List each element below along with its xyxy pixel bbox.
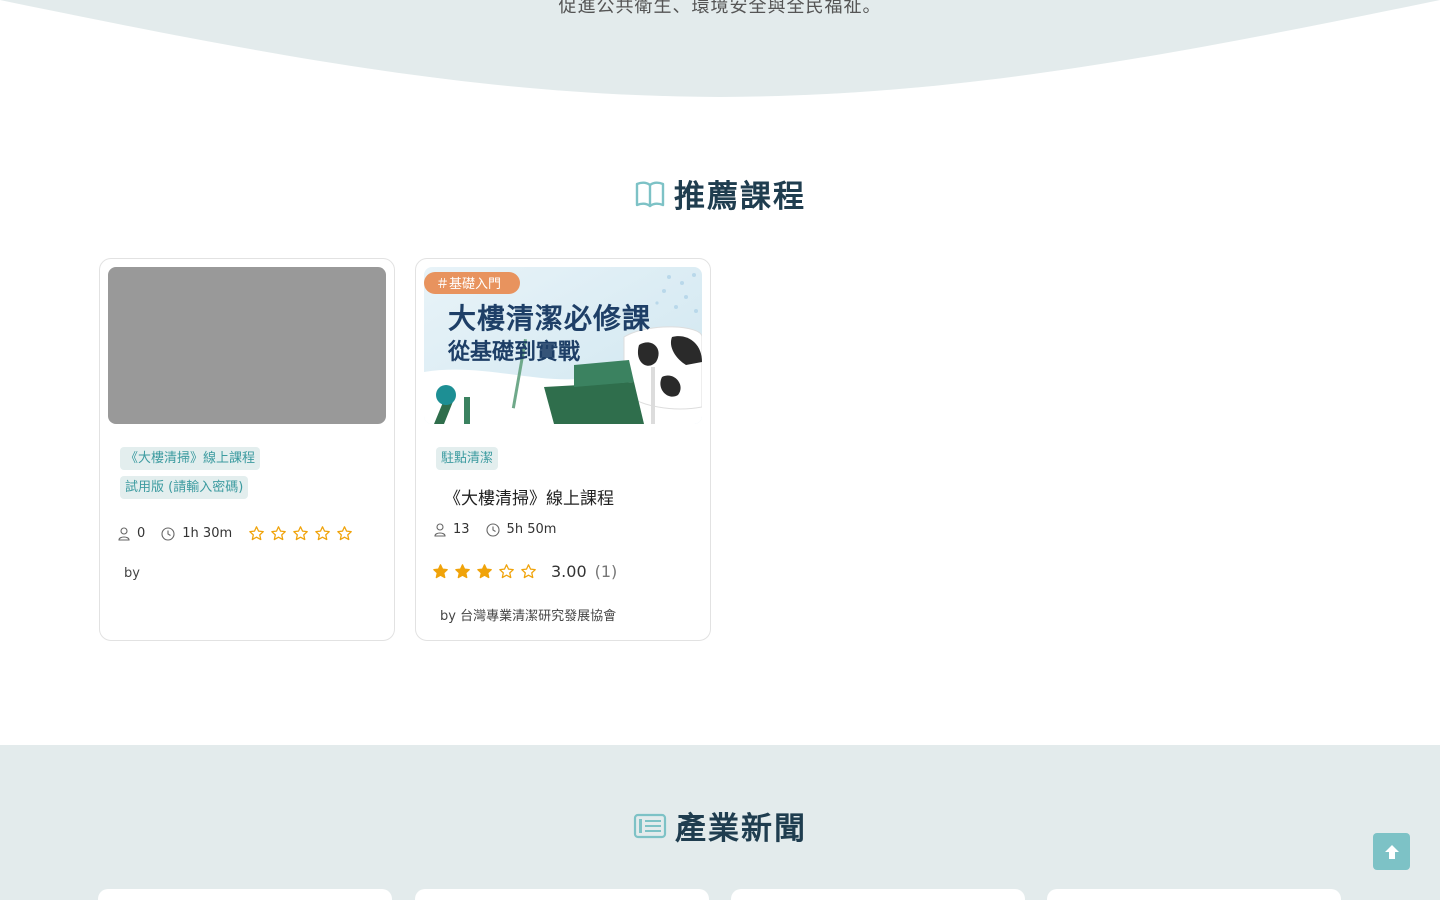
course-duration: 5h 50m xyxy=(506,522,557,537)
course-tag[interactable]: 《大樓清掃》線上課程 xyxy=(120,447,261,470)
course-author: by 台灣專業清潔研究發展協會 xyxy=(440,609,617,624)
course-card[interactable]: ＃基礎入門 大樓清潔必修課 從基礎到實戰 駐點清潔 《大樓清掃》線上課程 13 … xyxy=(415,258,711,641)
thumbnail-illustration: ＃基礎入門 大樓清潔必修課 從基礎到實戰 xyxy=(424,267,702,424)
course-rating: 3.00 (1) xyxy=(432,562,617,581)
course-meta: 13 5h 50m xyxy=(434,522,572,537)
star-empty-icon xyxy=(521,564,536,579)
newspaper-icon xyxy=(633,813,667,838)
clock-icon xyxy=(485,522,500,537)
course-tags: 駐點清潔 xyxy=(436,447,499,470)
news-card[interactable] xyxy=(1047,889,1341,900)
course-card[interactable]: 《大樓清掃》線上課程 試用版 (請輸入密碼) 0 1h 30m by xyxy=(99,258,395,641)
rating-value: 3.00 xyxy=(551,562,587,581)
star-filled-icon xyxy=(477,564,492,579)
star-filled-icon xyxy=(455,564,470,579)
star-rating xyxy=(432,563,537,580)
thumbnail-badge: ＃基礎入門 xyxy=(436,277,501,292)
course-thumbnail[interactable]: ＃基礎入門 大樓清潔必修課 從基礎到實戰 xyxy=(424,267,702,424)
thumbnail-subline: 從基礎到實戰 xyxy=(447,339,580,365)
star-empty-icon xyxy=(249,526,265,541)
section-heading: 推薦課程 xyxy=(674,179,806,215)
news-card[interactable] xyxy=(415,889,709,900)
thumbnail-headline: 大樓清潔必修課 xyxy=(448,302,651,335)
scroll-top-button[interactable] xyxy=(1373,833,1410,870)
course-tag[interactable]: 試用版 (請輸入密碼) xyxy=(120,476,249,499)
course-meta: 0 1h 30m xyxy=(118,525,353,542)
student-count: 13 xyxy=(453,522,470,537)
star-empty-icon xyxy=(293,526,309,541)
clock-icon xyxy=(161,526,175,541)
course-thumbnail-placeholder[interactable] xyxy=(108,267,386,424)
course-title[interactable]: 《大樓清掃》線上課程 xyxy=(444,484,614,509)
news-card[interactable] xyxy=(98,889,392,900)
news-card[interactable] xyxy=(731,889,1025,900)
rating-count: (1) xyxy=(594,562,618,581)
section-title-courses: 推薦課程 xyxy=(0,171,1440,216)
course-tags: 《大樓清掃》線上課程 試用版 (請輸入密碼) xyxy=(120,447,261,505)
star-empty-icon xyxy=(271,526,287,541)
course-author: by xyxy=(124,566,140,581)
star-empty-icon xyxy=(337,526,353,541)
star-filled-icon xyxy=(433,564,448,579)
user-icon xyxy=(118,526,130,541)
star-empty-icon xyxy=(315,526,331,541)
book-open-icon xyxy=(635,180,665,207)
star-rating xyxy=(248,525,353,542)
section-heading: 產業新聞 xyxy=(675,811,807,847)
arrow-up-icon xyxy=(1384,844,1399,859)
star-empty-icon xyxy=(499,564,514,579)
section-title-news: 產業新聞 xyxy=(0,803,1440,848)
course-duration: 1h 30m xyxy=(182,526,233,541)
course-tag[interactable]: 駐點清潔 xyxy=(436,447,499,470)
hero-tagline: 促進公共衛生、環境安全與全民福祉。 xyxy=(558,0,882,17)
user-icon xyxy=(434,522,446,537)
student-count: 0 xyxy=(137,526,146,541)
